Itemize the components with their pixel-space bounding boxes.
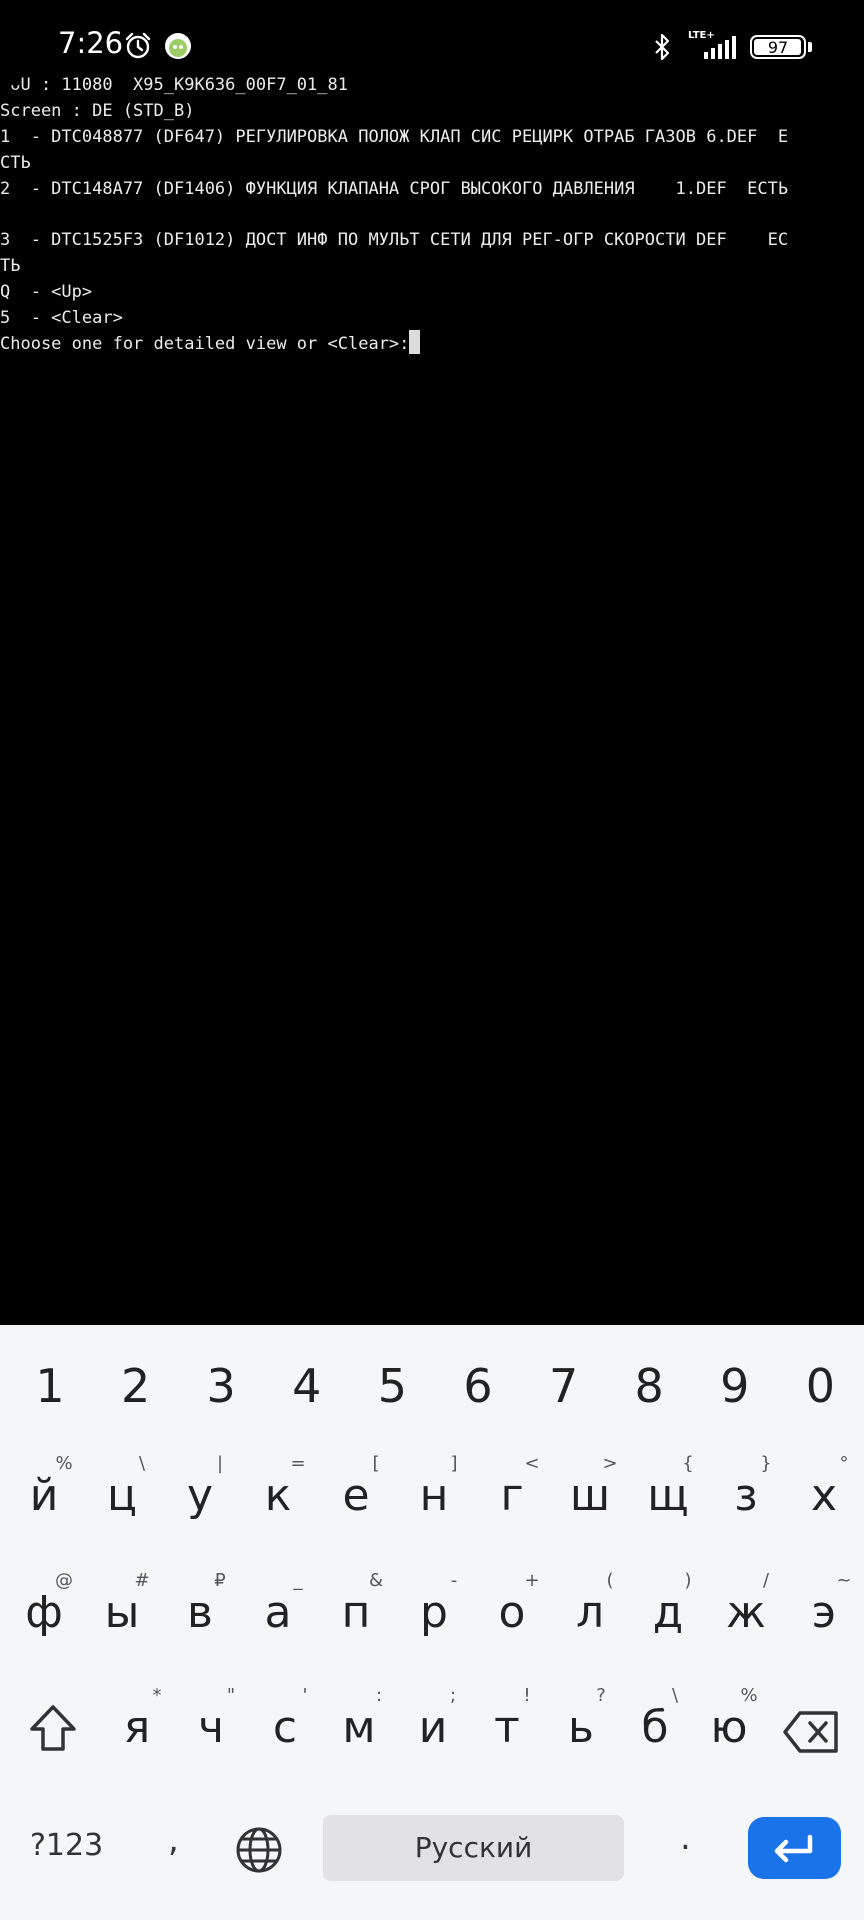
terminal-line-dtc-1-wrap: СТЬ — [0, 153, 31, 173]
letter-key[interactable]: п — [326, 1585, 386, 1641]
letter-key[interactable]: ь — [551, 1700, 611, 1756]
letter-key[interactable]: л — [560, 1585, 620, 1641]
enter-key[interactable] — [748, 1817, 841, 1879]
letter-key[interactable]: з — [716, 1468, 776, 1524]
symbols-key[interactable]: ?123 — [30, 1828, 103, 1863]
terminal-line-up-option: Q - <Up> — [0, 282, 93, 302]
bluetooth-icon — [655, 33, 670, 61]
digit-key-7[interactable]: 7 — [534, 1358, 594, 1414]
terminal-line-ecu: ᴗU : 11080 X95_K9K636_00F7_01_81 — [0, 75, 348, 95]
battery-nub — [808, 42, 812, 52]
letter-key[interactable]: д — [638, 1585, 698, 1641]
letter-key[interactable]: о — [482, 1585, 542, 1641]
letter-key[interactable]: х — [794, 1468, 854, 1524]
digit-key-1[interactable]: 1 — [20, 1358, 80, 1414]
digit-key-8[interactable]: 8 — [619, 1358, 679, 1414]
globe-icon[interactable] — [234, 1825, 284, 1875]
enter-icon — [774, 1834, 813, 1863]
period-key[interactable]: . — [680, 1818, 691, 1858]
letter-key[interactable]: э — [794, 1585, 854, 1641]
letter-key[interactable]: и — [403, 1700, 463, 1756]
letter-key[interactable]: м — [329, 1700, 389, 1756]
space-key[interactable]: Русский — [323, 1815, 624, 1881]
terminal-line-dtc-2: 2 - DTC148A77 (DF1406) ФУНКЦИЯ КЛАПАНА С… — [0, 179, 789, 199]
letter-key[interactable]: ч — [181, 1700, 241, 1756]
shift-key[interactable] — [26, 1703, 80, 1755]
letter-key[interactable]: с — [255, 1700, 315, 1756]
alarm-icon — [125, 32, 151, 59]
terminal-line-screen: Screen : DE (STD_B) — [0, 101, 195, 121]
comma-key[interactable]: , — [168, 1820, 179, 1860]
digit-key-4[interactable]: 4 — [277, 1358, 337, 1414]
digit-key-0[interactable]: 0 — [790, 1358, 850, 1414]
letter-key[interactable]: ф — [14, 1585, 74, 1641]
letter-key[interactable]: к — [248, 1468, 308, 1524]
prompt-text: Choose one for detailed view or <Clear>: — [0, 334, 410, 354]
digit-key-6[interactable]: 6 — [448, 1358, 508, 1414]
letter-key[interactable]: ц — [92, 1468, 152, 1524]
letter-key[interactable]: ю — [699, 1700, 759, 1756]
letter-key[interactable]: я — [107, 1700, 167, 1756]
status-time: 7:26 — [58, 26, 124, 60]
letter-key[interactable]: а — [248, 1585, 308, 1641]
app-notification-icon — [165, 33, 191, 59]
backspace-key[interactable] — [782, 1710, 840, 1754]
letter-key[interactable]: в — [170, 1585, 230, 1641]
digit-key-9[interactable]: 9 — [705, 1358, 765, 1414]
letter-key[interactable]: у — [170, 1468, 230, 1524]
terminal-line-clear-option: 5 - <Clear> — [0, 308, 123, 328]
letter-key[interactable]: щ — [638, 1468, 698, 1524]
terminal-line-dtc-3-wrap: ТЬ — [0, 256, 21, 276]
letter-key[interactable]: н — [404, 1468, 464, 1524]
letter-key[interactable]: е — [326, 1468, 386, 1524]
letter-key[interactable]: й — [14, 1468, 74, 1524]
letter-key[interactable]: г — [482, 1468, 542, 1524]
letter-key[interactable]: т — [477, 1700, 537, 1756]
terminal-line-dtc-1: 1 - DTC048877 (DF647) РЕГУЛИРОВКА ПОЛОЖ … — [0, 127, 789, 147]
terminal-line-dtc-3: 3 - DTC1525F3 (DF1012) ДОСТ ИНФ ПО МУЛЬТ… — [0, 230, 789, 250]
terminal-output[interactable]: ᴗU : 11080 X95_K9K636_00F7_01_81 Screen … — [0, 72, 864, 1322]
terminal-prompt[interactable]: Choose one for detailed view or <Clear>: — [0, 330, 421, 356]
battery-level: 97 — [767, 38, 789, 57]
letter-key[interactable]: ы — [92, 1585, 152, 1641]
letter-key[interactable]: б — [625, 1700, 685, 1756]
digit-key-5[interactable]: 5 — [362, 1358, 422, 1414]
digit-key-3[interactable]: 3 — [191, 1358, 251, 1414]
letter-key[interactable]: ж — [716, 1585, 776, 1641]
letter-key[interactable]: ш — [560, 1468, 620, 1524]
battery-icon: 97 — [750, 35, 806, 59]
text-cursor — [409, 330, 421, 354]
signal-icon: LTE+ — [688, 30, 738, 60]
digit-key-2[interactable]: 2 — [106, 1358, 166, 1414]
letter-key[interactable]: р — [404, 1585, 464, 1641]
status-bar: 7:26 LTE+ 97 — [0, 0, 864, 76]
